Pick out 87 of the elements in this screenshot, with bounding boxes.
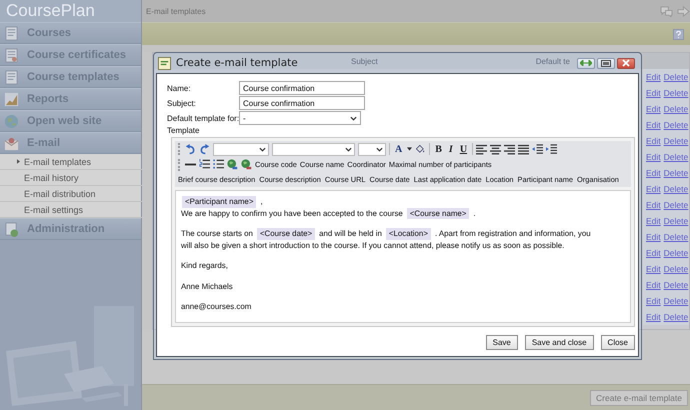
input-field[interactable]: Course confirmation [239,96,365,110]
edit-link[interactable]: Edit [646,200,661,210]
field-label: Default template for: [167,114,240,122]
delete-link[interactable]: Delete [664,184,688,194]
delete-link[interactable]: Delete [664,72,688,82]
edit-link[interactable]: Edit [646,168,661,178]
align-icon[interactable] [504,144,516,154]
caret-icon[interactable] [407,147,412,151]
delete-link[interactable]: Delete [664,104,688,114]
window-icon [601,60,611,66]
edit-link[interactable]: Edit [646,264,661,274]
numbered-list-icon[interactable] [199,159,210,170]
edit-link[interactable]: Edit [646,312,661,322]
indent-icon[interactable] [546,144,558,154]
sidebar-subitem[interactable]: E-mail distribution [0,186,142,202]
format-button[interactable]: B [433,144,444,154]
edit-link[interactable]: Edit [646,152,661,162]
column-header: Default te [536,56,570,66]
edit-link[interactable]: Edit [646,296,661,306]
sidebar-subitem[interactable]: E-mail history [0,170,142,186]
edit-link[interactable]: Edit [646,248,661,258]
delete-link[interactable]: Delete [664,280,688,290]
chevron-icon [376,146,383,152]
close-button[interactable] [617,58,635,68]
breadcrumb: E-mail templates [146,6,206,16]
close-icon [622,59,630,67]
edit-link[interactable]: Edit [646,72,661,82]
delete-link[interactable]: Delete [664,120,688,130]
align-icon[interactable] [476,144,488,154]
template-label: Template [167,126,200,135]
redo-icon[interactable] [199,144,210,154]
sidebar-subitem[interactable]: E-mail templates [0,154,142,170]
dialog-button[interactable]: Close [600,335,635,350]
field-label: Name: [167,84,191,92]
help-icon[interactable] [673,28,684,40]
delete-link[interactable]: Delete [664,168,688,178]
paint-bucket-icon[interactable] [415,144,426,154]
certificate-icon [4,48,19,62]
edit-link[interactable]: Edit [646,184,661,194]
chevron-icon [259,146,266,152]
delete-link[interactable]: Delete [664,312,688,322]
dialog-button[interactable]: Save and close [524,335,594,350]
align-icon[interactable] [490,144,502,154]
delete-link[interactable]: Delete [664,200,688,210]
app-title: CoursePlan [0,0,141,22]
arrows-icon [580,60,592,66]
form-icon [158,56,171,70]
chart-icon [4,92,19,106]
document-icon [4,26,19,40]
delete-link[interactable]: Delete [664,264,688,274]
undo-icon[interactable] [185,144,196,154]
document-icon [4,70,19,84]
bullet-list-icon[interactable] [213,159,224,170]
outdent-icon[interactable] [532,144,544,154]
globe-unlink-icon[interactable] [241,159,252,170]
input-field[interactable]: Course confirmation [239,81,365,95]
font-color-button[interactable]: A [393,144,404,154]
dialog-button[interactable]: Save [486,335,518,350]
edit-link[interactable]: Edit [646,104,661,114]
create-template-button[interactable]: Create e-mail template [590,390,688,406]
column-header: Subject [351,56,378,66]
edit-link[interactable]: Edit [646,232,661,242]
delete-link[interactable]: Delete [664,296,688,306]
envelope-icon [4,136,19,150]
edit-link[interactable]: Edit [646,136,661,146]
format-button[interactable]: I [446,144,455,154]
chevron-icon [345,146,352,152]
maximize-button[interactable] [597,58,615,68]
edit-link[interactable]: Edit [646,280,661,290]
dialog-title: Create e-mail template [176,57,298,69]
globe-link-icon[interactable] [227,159,238,170]
globe-icon [4,114,19,128]
edit-link[interactable]: Edit [646,216,661,226]
format-button[interactable]: U [458,144,470,154]
chevron-icon [350,116,357,120]
size-dropdown[interactable] [358,142,386,156]
edit-link[interactable]: Edit [646,88,661,98]
delete-link[interactable]: Delete [664,88,688,98]
delete-link[interactable]: Delete [664,248,688,258]
delete-link[interactable]: Delete [664,152,688,162]
field-label: Subject: [167,98,196,108]
template-dropdown[interactable]: - [239,111,361,125]
edit-link[interactable]: Edit [646,120,661,130]
delete-link[interactable]: Delete [664,136,688,146]
delete-link[interactable]: Delete [664,216,688,226]
delete-link[interactable]: Delete [664,232,688,242]
align-icon[interactable] [518,144,530,154]
